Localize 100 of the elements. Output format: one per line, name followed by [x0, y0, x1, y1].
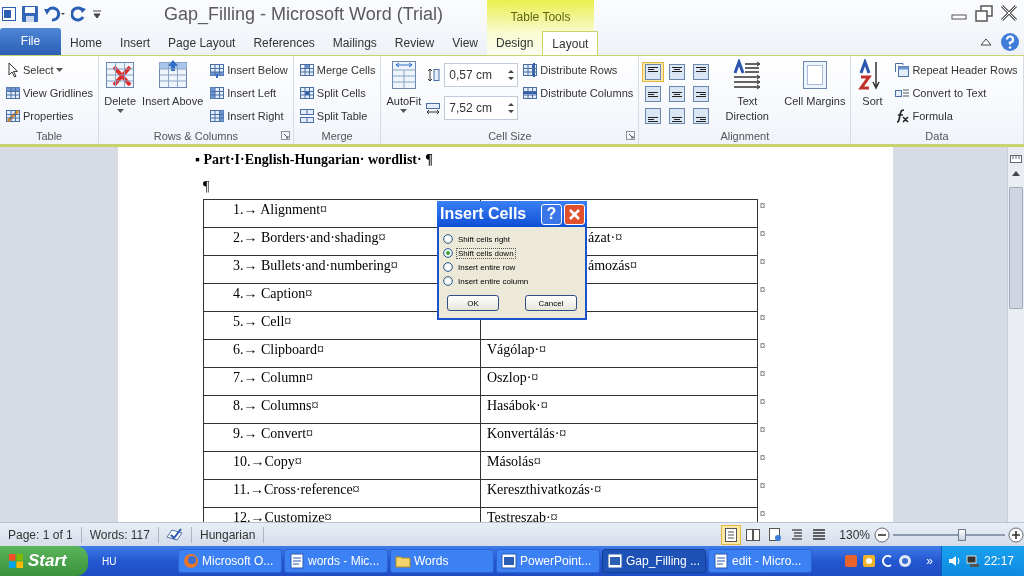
distribute-columns-icon	[522, 85, 539, 101]
table-cell: Konvertálás·¤	[480, 423, 758, 452]
spin-arrows-icon	[508, 69, 515, 81]
ribbon-button[interactable]: Formula	[892, 105, 1020, 127]
ribbon-button[interactable]: Repeat Header Rows	[892, 59, 1020, 81]
ribbon-tab[interactable]: Home	[61, 31, 112, 55]
size-field[interactable]: 7,52 cm	[444, 96, 519, 120]
word-count[interactable]: Words: 117	[81, 526, 159, 543]
close-button[interactable]	[564, 203, 585, 225]
taskbar-button[interactable]: Gap_Filling ...	[602, 549, 706, 573]
collapse-ribbon-icon[interactable]	[980, 37, 992, 47]
ribbon-button[interactable]: Merge Cells	[296, 59, 378, 81]
merge-cells-icon	[298, 62, 315, 78]
windows-flag-icon	[8, 553, 24, 569]
ribbon-button[interactable]: Split Table	[296, 105, 378, 127]
ok-button[interactable]: OK	[447, 295, 499, 311]
view-icon	[745, 526, 762, 543]
table-properties-icon	[5, 108, 21, 124]
language-indicator[interactable]: HU	[88, 555, 178, 567]
ribbon-button[interactable]: Delete	[102, 59, 139, 114]
undo-icon[interactable]	[44, 6, 66, 22]
group-label: Rows & Columns	[153, 129, 239, 142]
network-icon[interactable]	[965, 554, 980, 568]
ribbon-tab[interactable]: Design	[487, 31, 543, 55]
help-button[interactable]: ?	[541, 203, 562, 225]
row-height-icon	[425, 67, 442, 83]
speaker-icon[interactable]	[947, 554, 962, 568]
paragraph-mark: ¶	[203, 179, 211, 196]
overflow-chevron[interactable]: »	[922, 554, 937, 568]
zoom-slider[interactable]	[893, 528, 1005, 541]
save-icon[interactable]	[21, 5, 39, 23]
ribbon-button[interactable]: Distribute Rows	[520, 59, 636, 81]
taskbar-button[interactable]: Microsoft O...	[178, 549, 282, 573]
table-cell: 9.→ Convert¤	[203, 423, 481, 452]
ribbon-tab[interactable]: Page Layout	[159, 31, 245, 55]
ribbon-button[interactable]: Insert Left	[207, 82, 290, 104]
redo-icon[interactable]	[71, 6, 87, 22]
ribbon-button[interactable]: View Gridlines	[3, 82, 96, 104]
ribbon-tab[interactable]: Insert	[111, 31, 160, 55]
language-indicator[interactable]: Hungarian	[192, 526, 265, 543]
scroll-thumb[interactable]	[1009, 187, 1023, 309]
ribbon-tab[interactable]: View	[443, 31, 487, 55]
view-button[interactable]	[721, 524, 742, 545]
table-cell: Hasábok·¤	[480, 395, 758, 424]
insert-right-icon	[209, 108, 226, 124]
document-icon	[713, 553, 729, 569]
zoom-level[interactable]: 130%	[835, 527, 874, 542]
ribbon-button[interactable]: Insert Above	[140, 59, 206, 109]
ribbon-button[interactable]: Insert Right	[207, 105, 290, 127]
ribbon-tab[interactable]: References	[244, 31, 324, 55]
ribbon-button[interactable]: Split Cells	[296, 82, 378, 104]
ribbon-button[interactable]: Sort	[854, 59, 891, 109]
slider-thumb[interactable]	[958, 528, 967, 541]
file-tab[interactable]: File	[0, 28, 62, 55]
row-end-mark: ¤	[760, 255, 765, 267]
cancel-button[interactable]: Cancel	[525, 295, 577, 311]
column-width-icon	[425, 100, 442, 116]
clock: 22:17	[983, 554, 1014, 568]
page-count[interactable]: Page: 1 of 1	[0, 526, 82, 543]
ruler-icon[interactable]	[1010, 153, 1022, 165]
ribbon-button[interactable]: Select	[3, 59, 96, 81]
align-button[interactable]	[642, 62, 665, 82]
ribbon-tab[interactable]: Review	[385, 31, 444, 55]
window-title: Gap_Filling - Microsoft Word (Trial)	[162, 3, 445, 25]
restore-icon[interactable]	[974, 4, 994, 24]
dialog-launcher-icon[interactable]	[280, 131, 290, 140]
row-end-mark: ¤	[760, 311, 765, 323]
table-cell: 7.→ Column¤	[203, 367, 481, 396]
ribbon-tab[interactable]: Mailings	[323, 31, 386, 55]
ribbon-button[interactable]: Distribute Columns	[520, 82, 636, 104]
taskbar-button[interactable]: Words	[390, 549, 494, 573]
view-icon	[811, 526, 828, 543]
ribbon-button[interactable]: Text Direction	[714, 59, 781, 124]
app-icon[interactable]	[862, 554, 877, 568]
help-icon[interactable]	[1000, 32, 1020, 52]
app-icon[interactable]	[898, 554, 913, 568]
close-icon[interactable]	[1000, 4, 1018, 22]
ribbon-button[interactable]: Properties	[3, 105, 96, 127]
scrollbar[interactable]	[1007, 147, 1024, 522]
group-label: Alignment	[720, 129, 770, 142]
taskbar-button[interactable]: words - Mic...	[284, 549, 388, 573]
ribbon-button[interactable]: AutoFit	[384, 59, 424, 114]
row-end-mark: ¤	[760, 199, 765, 211]
scroll-up-icon[interactable]	[1011, 169, 1021, 177]
ribbon-tab[interactable]: Layout	[542, 31, 599, 55]
zoom-in-icon[interactable]	[1008, 526, 1024, 543]
ribbon-button[interactable]: Insert Below	[207, 59, 290, 81]
taskbar-button[interactable]: PowerPoint...	[496, 549, 600, 573]
repeat-header-icon	[894, 62, 911, 78]
split-table-icon	[298, 108, 315, 124]
zoom-out-icon[interactable]	[874, 526, 890, 543]
document-icon	[501, 553, 517, 569]
customize-menu-icon[interactable]	[92, 7, 102, 21]
ribbon-button[interactable]: Convert to Text	[892, 82, 1020, 104]
taskbar-button[interactable]: edit - Micro...	[708, 549, 812, 573]
ribbon-button[interactable]: Cell Margins	[782, 59, 848, 109]
spelling-check-icon[interactable]	[165, 526, 185, 543]
group-label: Cell Size	[488, 129, 532, 142]
dialog-launcher-icon[interactable]	[626, 131, 636, 140]
size-field[interactable]: 0,57 cm	[444, 63, 519, 87]
